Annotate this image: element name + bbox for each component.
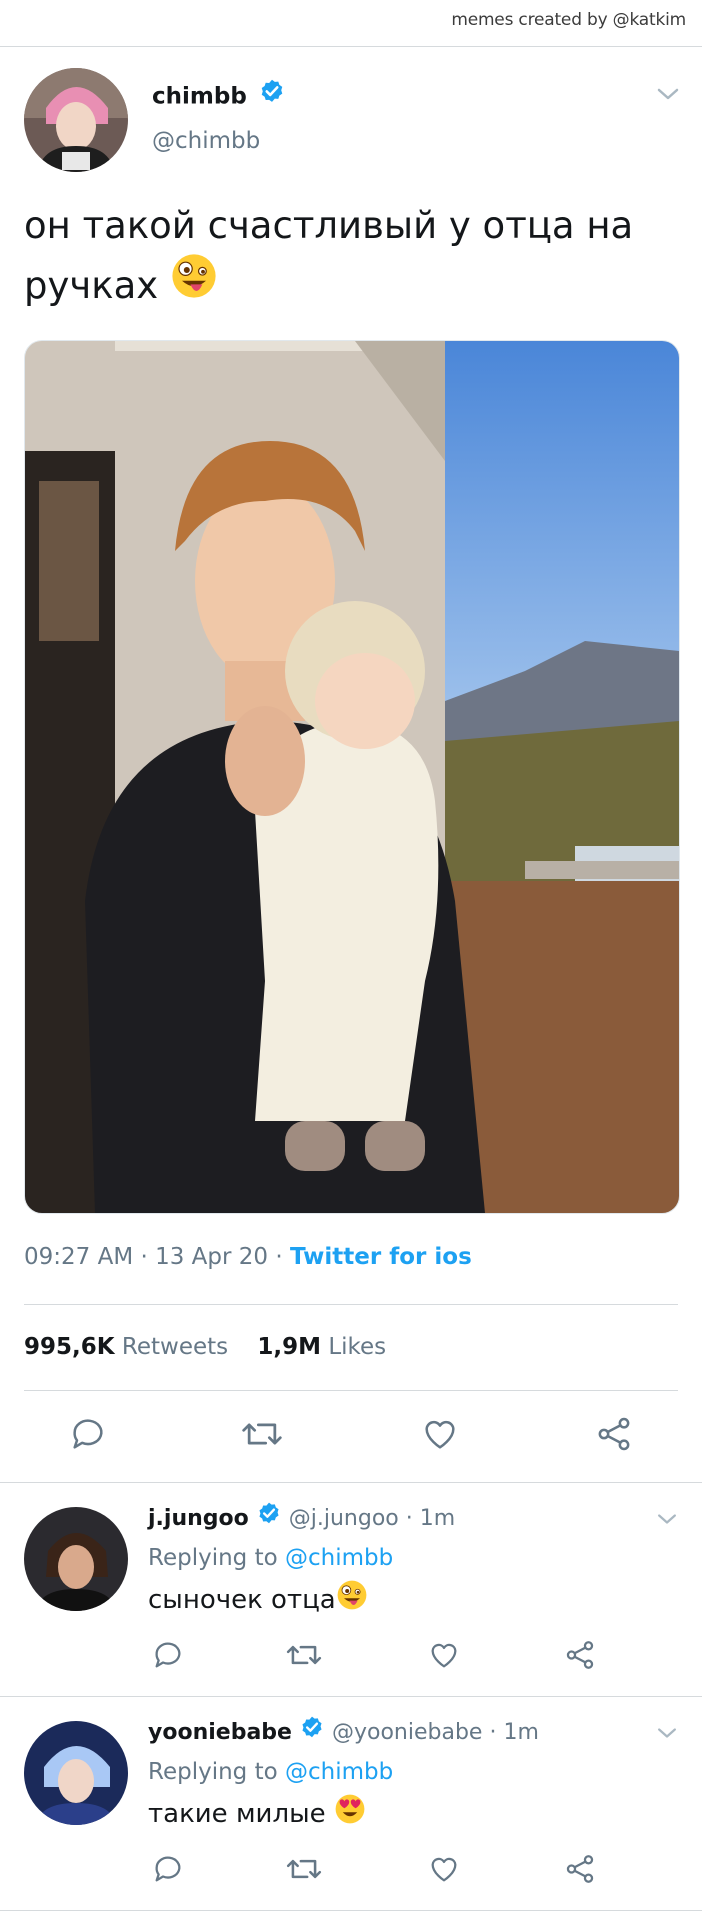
zany-face-emoji [170,253,218,318]
reply-name[interactable]: yooniebabe [148,1720,292,1745]
verified-icon [256,1502,282,1533]
reply-handle[interactable]: @yooniebabe [332,1720,482,1745]
tweet-meta: 09:27 AM · 13 Apr 20 · Twitter for ios [24,1244,472,1270]
retweet-icon [242,1423,282,1445]
chevron-down-icon[interactable] [656,86,680,106]
retweet-button[interactable] [282,1633,326,1677]
like-button[interactable] [418,1412,462,1456]
like-button[interactable] [422,1847,466,1891]
like-button[interactable] [422,1633,466,1677]
reply-time: 1m [503,1720,539,1745]
chevron-down-icon[interactable] [656,1725,678,1744]
reply-button[interactable] [66,1412,110,1456]
retweet-icon [286,1859,322,1879]
reply-name[interactable]: j.jungoo [148,1506,249,1531]
tweet-stats: 995,6K Retweets 1,9M Likes [24,1334,386,1360]
like-icon [425,1420,455,1449]
divider [24,1304,678,1305]
share-button[interactable] [592,1412,636,1456]
replying-to-link[interactable]: @chimbb [285,1545,393,1571]
reply-text: такие милые [148,1799,326,1829]
reply-handle[interactable]: @j.jungoo [289,1506,399,1531]
reply-icon [73,1419,103,1449]
replying-to-link[interactable]: @chimbb [285,1759,393,1785]
author-name-row[interactable]: chimbb [152,79,286,112]
verified-icon [299,1716,325,1747]
like-icon [431,1857,457,1882]
heart-eyes-emoji [334,1794,366,1832]
tweet-time: 09:27 AM [24,1244,134,1270]
replying-to-label: Replying to [148,1759,278,1785]
author-avatar[interactable] [24,68,128,172]
watermark-text: memes created by @katkim [451,10,686,30]
author-handle[interactable]: @chimbb [152,128,260,154]
reply-item[interactable]: yooniebabe @yooniebabe · 1m Replying to … [0,1697,702,1909]
reply-avatar[interactable] [24,1721,128,1825]
tweet-source-link[interactable]: Twitter for ios [290,1244,472,1270]
share-icon [566,1855,594,1883]
share-button[interactable] [558,1633,602,1677]
reply-time: 1m [419,1506,456,1531]
divider [24,1390,678,1391]
retweets-label[interactable]: Retweets [122,1334,228,1360]
reply-button[interactable] [146,1633,190,1677]
top-divider [0,46,702,47]
retweet-count[interactable]: 995,6K [24,1334,115,1360]
tweet-photo[interactable] [24,340,680,1214]
retweet-icon [286,1645,322,1665]
divider [0,1910,702,1911]
reply-item[interactable]: j.jungoo @j.jungoo · 1m Replying to @chi… [0,1483,702,1695]
like-icon [431,1643,457,1668]
reply-text: сыночек отца [148,1585,336,1615]
tweet-body: он такой счастливый у отца на ручках [24,196,674,318]
reply-icon [155,1856,181,1882]
reply-icon [155,1642,181,1668]
replying-to-label: Replying to [148,1545,278,1571]
like-count[interactable]: 1,9M [257,1334,321,1360]
retweet-button[interactable] [282,1847,326,1891]
tweet-date: 13 Apr 20 [155,1244,269,1270]
chevron-down-icon[interactable] [656,1511,678,1530]
retweet-button[interactable] [240,1412,284,1456]
tweet-text: он такой счастливый у отца на ручках [24,204,634,307]
share-button[interactable] [558,1847,602,1891]
verified-icon [254,79,286,112]
reply-separator: · [489,1720,497,1745]
author-name[interactable]: chimbb [152,84,247,110]
share-icon [598,1417,630,1451]
reply-separator: · [405,1506,413,1531]
zany-face-emoji [336,1580,368,1618]
share-icon [566,1641,594,1669]
likes-label[interactable]: Likes [328,1334,386,1360]
reply-avatar[interactable] [24,1507,128,1611]
reply-button[interactable] [146,1847,190,1891]
